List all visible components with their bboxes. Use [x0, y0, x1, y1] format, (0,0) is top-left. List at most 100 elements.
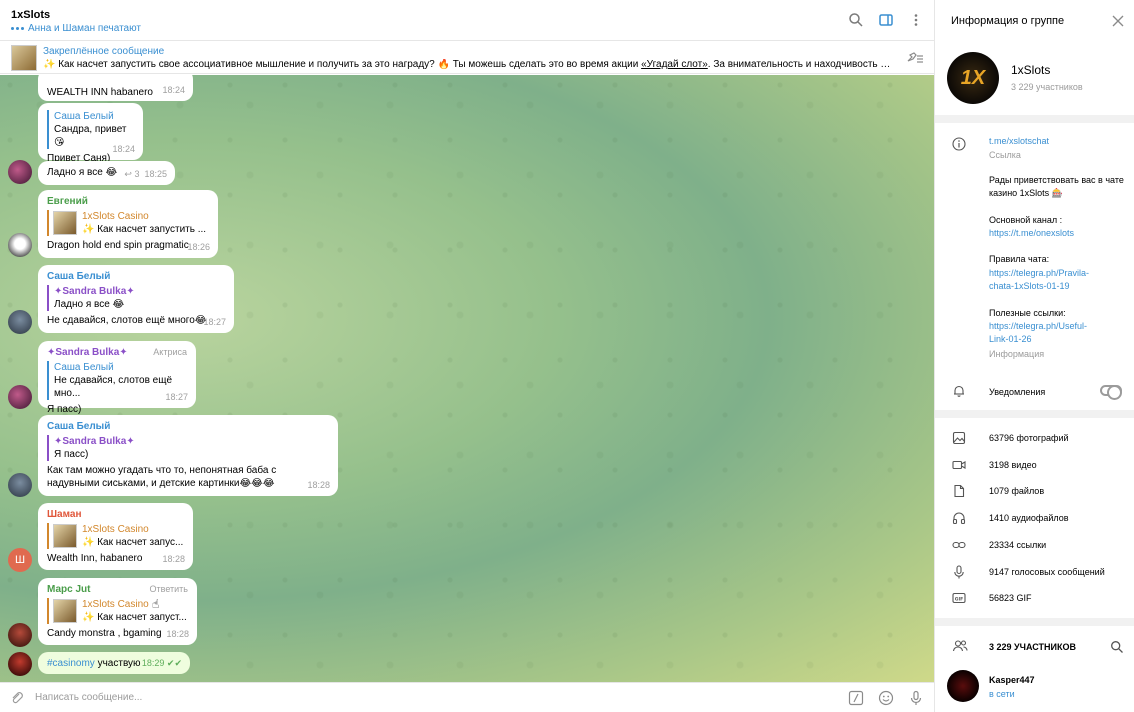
forwarded-source: 1xSlots Casino — [82, 211, 149, 222]
message-time: 18:28 — [162, 554, 185, 564]
media-row-gif[interactable]: GIF 56823 GIF — [935, 586, 1134, 612]
media-count-label: 9147 голосовых сообщений — [989, 566, 1105, 577]
description-rules-link[interactable]: https://telegra.ph/Pravila-chata-1xSlots… — [989, 267, 1105, 293]
media-row-photo[interactable]: 63796 фотографий — [935, 426, 1134, 452]
group-avatar[interactable]: 1X — [947, 52, 999, 104]
notifications-toggle[interactable] — [1100, 385, 1122, 400]
photo-icon — [952, 431, 966, 445]
message-bubble[interactable]: Шаман 1xSlots Casino ✨ Как насчет запус.… — [38, 503, 193, 570]
panel-title: Информация о группе — [951, 15, 1065, 27]
member-avatar[interactable] — [947, 670, 979, 702]
chat-title[interactable]: 1xSlots — [11, 9, 50, 21]
message-bubble[interactable]: WEALTH INN habanero 18:24 — [38, 75, 193, 101]
message-sender[interactable]: Шаман — [47, 508, 184, 521]
forwarded-preview[interactable]: 1xSlots Casino ✨ Как насчет запустить ..… — [47, 210, 209, 236]
media-row-microphone[interactable]: 9147 голосовых сообщений — [935, 560, 1134, 586]
microphone-icon — [952, 564, 966, 579]
message-time: 18:24 — [112, 144, 135, 154]
media-count-label: 1410 аудиофайлов — [989, 513, 1069, 524]
message-bubble[interactable]: Ладно я все 😂 ↩ 3 18:25 — [38, 161, 175, 185]
avatar[interactable] — [8, 652, 32, 676]
close-icon[interactable] — [1112, 15, 1124, 27]
message-input[interactable]: Написать сообщение... — [35, 692, 142, 703]
media-row-headphones[interactable]: 1410 аудиофайлов — [935, 506, 1134, 532]
reply-count[interactable]: 3 — [134, 169, 139, 179]
group-member-count: 3 229 участников — [1011, 82, 1083, 92]
avatar[interactable] — [8, 385, 32, 409]
message-sender[interactable]: Саша Белый — [47, 270, 225, 283]
typing-text: Анна и Шаман печатают — [28, 23, 141, 34]
pinned-link[interactable]: «Угадай слот» — [641, 59, 708, 70]
description-useful-link[interactable]: https://telegra.ph/Useful-Link-01-26 — [989, 320, 1099, 346]
avatar[interactable] — [8, 623, 32, 647]
avatar[interactable] — [8, 473, 32, 497]
avatar[interactable] — [8, 310, 32, 334]
description-label: Информация — [989, 349, 1045, 359]
emoji-icon[interactable] — [878, 690, 894, 706]
message-time: 18:26 — [187, 242, 210, 252]
hashtag-link[interactable]: #casinomy — [47, 658, 95, 669]
message-time: 18:27 — [203, 317, 226, 327]
forwarded-source: 1xSlots Casino — [82, 524, 149, 535]
forwarded-preview[interactable]: 1xSlots Casino ✨ Как насчет запуст... — [47, 598, 188, 624]
forwarded-text: ✨ Как насчет запустить ... — [82, 224, 207, 235]
forwarded-preview[interactable]: 1xSlots Casino ✨ Как насчет запус... — [47, 523, 184, 549]
media-row-file[interactable]: 1079 файлов — [935, 479, 1134, 505]
divider — [935, 618, 1134, 626]
avatar[interactable]: Ш — [8, 548, 32, 572]
quote-author: ✦Sandra Bulka✦ — [54, 286, 135, 297]
avatar[interactable] — [8, 233, 32, 257]
quote-author: Саша Белый — [54, 111, 114, 122]
file-icon — [952, 484, 966, 498]
double-check-icon: ✔✔ — [166, 658, 182, 668]
more-vertical-icon[interactable] — [908, 12, 924, 28]
message-bubble[interactable]: Евгений 1xSlots Casino ✨ Как насчет запу… — [38, 190, 218, 258]
message-bubble[interactable]: Марс Jut Ответить 1xSlots Casino ✨ Как н… — [38, 578, 197, 645]
reply-arrow-icon[interactable]: ↩ — [124, 169, 132, 179]
pinned-list-icon[interactable] — [906, 51, 924, 65]
reply-quote[interactable]: ✦Sandra Bulka✦ Ладно я все 😂 — [47, 285, 225, 311]
message-time: 18:27 — [165, 392, 188, 402]
media-row-video[interactable]: 3198 видео — [935, 453, 1134, 479]
message-meta: ↩ 3 18:25 — [124, 169, 167, 179]
avatar[interactable] — [8, 160, 32, 184]
typing-status: Анна и Шаман печатают — [11, 23, 141, 34]
message-sender[interactable]: Саша Белый — [47, 420, 329, 433]
svg-text:GIF: GIF — [955, 596, 963, 602]
forwarded-text: ✨ Как насчет запус... — [82, 537, 184, 548]
reply-quote[interactable]: ✦Sandra Bulka✦ Я пасс) — [47, 435, 329, 461]
media-row-link[interactable]: 23334 ссылки — [935, 533, 1134, 559]
paperclip-icon[interactable] — [10, 691, 24, 705]
quote-author: ✦Sandra Bulka✦ — [54, 436, 135, 447]
message-bubble[interactable]: #casinomy участвую 18:29 ✔✔ — [38, 652, 190, 674]
message-bubble[interactable]: ✦Sandra Bulka✦ Актриса Саша Белый Не сда… — [38, 341, 196, 415]
description-channel-link[interactable]: https://t.me/onexslots — [989, 227, 1129, 240]
quote-text: Ладно я все 😂 — [54, 299, 125, 310]
message-sender[interactable]: Евгений — [47, 195, 209, 208]
message-bubble[interactable]: Саша Белый ✦Sandra Bulka✦ Я пасс) Как та… — [38, 415, 338, 496]
forwarded-thumbnail — [53, 211, 77, 235]
message-list[interactable]: WEALTH INN habanero 18:24 Саша Белый Сан… — [0, 75, 934, 682]
quote-text: Я пасс) — [54, 449, 89, 460]
forwarded-source: 1xSlots Casino — [82, 599, 149, 610]
media-count-label: 63796 фотографий — [989, 433, 1069, 443]
description-channel-label: Основной канал : — [989, 215, 1063, 225]
pinned-thumbnail — [11, 45, 37, 71]
member-status: в сети — [989, 689, 1015, 699]
message-composer: Написать сообщение... — [0, 682, 934, 712]
media-count-label: 1079 файлов — [989, 486, 1045, 497]
message-bubble[interactable]: Саша Белый ✦Sandra Bulka✦ Ладно я все 😂 … — [38, 265, 234, 333]
pinned-message-bar[interactable]: Закреплённое сообщение ✨ Как насчет запу… — [0, 41, 934, 74]
message-bubble[interactable]: Саша Белый Сандра, привет😘 Привет Саня) … — [38, 103, 143, 164]
reply-action[interactable]: Ответить — [150, 583, 188, 596]
microphone-icon[interactable] — [908, 690, 924, 706]
description-useful-label: Полезные ссылки: — [989, 308, 1066, 318]
group-link[interactable]: t.me/xslotschat — [989, 135, 1129, 148]
sidebar-toggle-icon[interactable] — [878, 12, 894, 28]
link-icon — [952, 538, 966, 552]
member-row[interactable]: Kasper447 в сети — [935, 668, 1134, 708]
group-name: 1xSlots — [1011, 63, 1051, 77]
member-search-icon[interactable] — [1110, 640, 1124, 654]
bot-commands-icon[interactable] — [848, 690, 864, 706]
search-icon[interactable] — [848, 12, 864, 28]
